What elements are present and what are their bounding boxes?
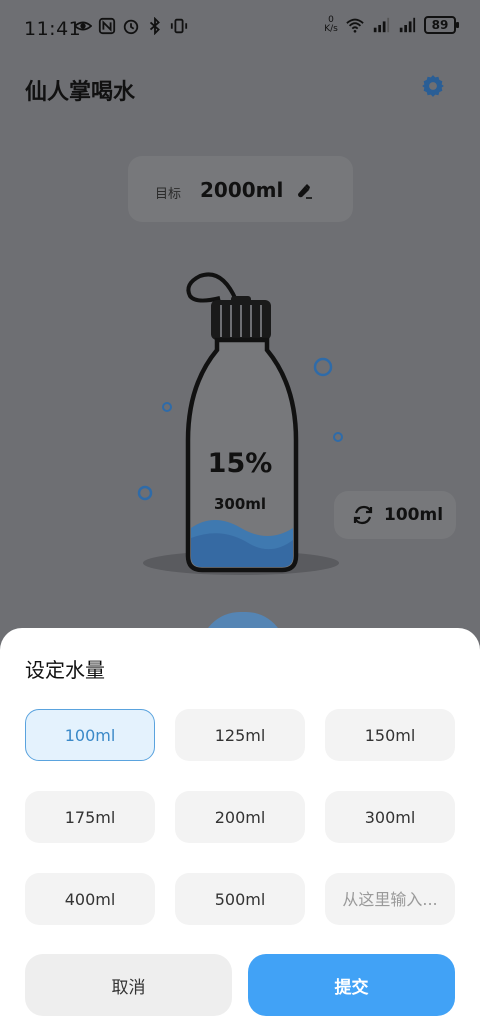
wifi-icon — [346, 18, 364, 33]
status-icons-left — [74, 17, 188, 35]
bubble — [137, 485, 153, 501]
status-icons-right: 0 K/s 89 — [324, 16, 459, 34]
cancel-button[interactable]: 取消 — [25, 954, 232, 1016]
submit-button[interactable]: 提交 — [248, 954, 455, 1016]
amount-option-300[interactable]: 300ml — [325, 791, 455, 843]
edit-pen-icon[interactable] — [294, 180, 314, 200]
sheet-title: 设定水量 — [25, 658, 105, 682]
amount-option-150[interactable]: 150ml — [325, 709, 455, 761]
bottle-percent: 15% — [207, 448, 273, 479]
bottle-strap — [186, 272, 238, 303]
network-speed-unit: K/s — [324, 24, 338, 34]
amount-option-125[interactable]: 125ml — [175, 709, 305, 761]
goal-value: 2000ml — [200, 178, 284, 202]
bluetooth-icon — [149, 17, 160, 35]
network-speed: 0 K/s — [324, 16, 338, 34]
cup-size-value: 100ml — [384, 505, 444, 525]
signal-icon-2 — [399, 17, 416, 33]
app-title: 仙人掌喝水 — [25, 80, 136, 105]
amount-option-200[interactable]: 200ml — [175, 791, 305, 843]
signal-icon-1 — [373, 17, 390, 33]
goal-card[interactable]: 目标 2000ml — [128, 156, 353, 222]
bottle-amount: 300ml — [213, 495, 267, 513]
amount-option-500[interactable]: 500ml — [175, 873, 305, 925]
vibrate-icon — [170, 18, 188, 34]
alarm-icon — [123, 19, 139, 35]
gear-icon[interactable] — [420, 73, 446, 99]
set-amount-sheet: 设定水量 100ml 125ml 150ml 175ml 200ml 300ml… — [0, 628, 480, 1036]
amount-option-100[interactable]: 100ml — [25, 709, 155, 761]
bubble — [333, 432, 343, 442]
custom-amount-input[interactable] — [325, 873, 455, 925]
refresh-icon — [353, 505, 373, 525]
bubble — [313, 357, 333, 377]
status-time: 11:41 — [24, 18, 82, 40]
amount-option-175[interactable]: 175ml — [25, 791, 155, 843]
status-bar: 11:41 0 K/s 89 — [0, 0, 480, 56]
battery-indicator: 89 — [424, 16, 459, 34]
bubble — [162, 402, 172, 412]
amount-option-400[interactable]: 400ml — [25, 873, 155, 925]
water-bottle-illustration[interactable] — [0, 250, 480, 630]
cup-size-card[interactable]: 100ml — [334, 491, 456, 539]
nfc-icon — [98, 17, 116, 35]
goal-label: 目标 — [155, 187, 182, 202]
eye-icon — [74, 21, 92, 31]
